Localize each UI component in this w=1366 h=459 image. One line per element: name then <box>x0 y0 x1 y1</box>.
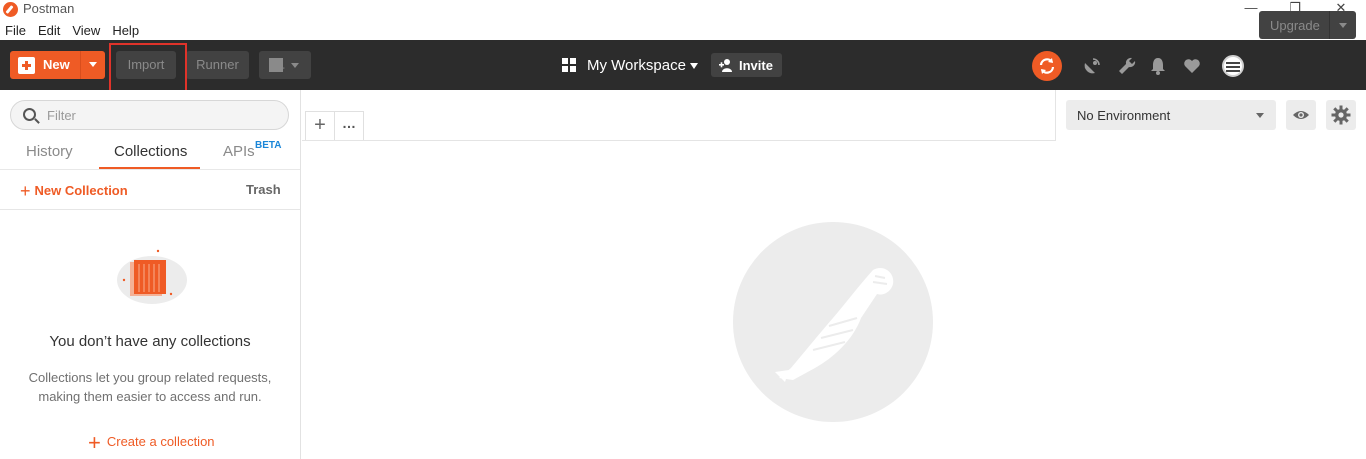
invite-button[interactable]: Invite <box>711 53 782 77</box>
environment-select-value: No Environment <box>1077 108 1171 123</box>
wrench-icon[interactable] <box>1117 56 1137 76</box>
chevron-down-icon <box>1256 113 1264 118</box>
tab-history[interactable]: History <box>26 143 73 160</box>
gear-icon <box>1331 105 1351 125</box>
add-person-icon <box>719 59 732 72</box>
divider <box>0 169 300 170</box>
new-window-icon <box>269 58 285 75</box>
empty-state-description-line1: Collections let you group related reques… <box>28 370 272 385</box>
upgrade-button-label: Upgrade <box>1270 18 1320 33</box>
menu-help[interactable]: Help <box>106 20 145 40</box>
title-bar: Postman — ❐ ✕ <box>0 0 1366 20</box>
search-icon <box>23 108 36 121</box>
chevron-down-icon[interactable] <box>89 62 97 67</box>
new-button[interactable]: New <box>10 51 105 79</box>
runner-button[interactable]: Runner <box>186 51 249 79</box>
empty-state-description-line2: making them easier to access and run. <box>38 389 262 404</box>
bell-icon[interactable] <box>1148 56 1168 76</box>
new-tab-button[interactable]: + <box>305 111 335 140</box>
postman-watermark-icon <box>733 222 933 422</box>
heart-icon[interactable] <box>1182 56 1202 76</box>
avatar[interactable] <box>1222 55 1244 77</box>
upgrade-button[interactable]: Upgrade <box>1259 11 1356 39</box>
new-window-button[interactable] <box>259 51 311 79</box>
menu-bar: File Edit View Help <box>0 20 1366 40</box>
postman-logo-icon <box>3 2 18 17</box>
sidebar: History Collections APIs BETA +New Colle… <box>0 90 301 459</box>
empty-collections-illustration-icon <box>117 249 187 304</box>
eye-icon <box>1293 111 1309 119</box>
chevron-down-icon <box>291 63 299 68</box>
tab-collections[interactable]: Collections <box>114 143 187 160</box>
filter-field[interactable] <box>10 100 289 130</box>
sync-icon[interactable] <box>1032 51 1062 81</box>
trash-button[interactable]: Trash <box>246 182 281 197</box>
manage-environments-button[interactable] <box>1326 100 1356 130</box>
invite-button-label: Invite <box>739 58 773 73</box>
workspace-grid-icon <box>562 58 576 72</box>
new-collection-label: New Collection <box>34 183 128 198</box>
empty-state-title: You don’t have any collections <box>49 333 251 350</box>
divider <box>1329 11 1330 39</box>
menu-view[interactable]: View <box>66 20 106 40</box>
chevron-down-icon <box>690 63 698 69</box>
empty-state-description: Collections let you group related reques… <box>0 368 300 406</box>
menu-file[interactable]: File <box>0 20 32 40</box>
divider <box>80 51 81 79</box>
chevron-down-icon[interactable] <box>1339 23 1347 28</box>
filter-input[interactable] <box>47 106 277 124</box>
sidebar-tabs: History Collections APIs BETA <box>0 138 300 170</box>
plus-icon <box>18 57 35 74</box>
satellite-icon[interactable] <box>1082 56 1102 76</box>
workspace-name: My Workspace <box>587 57 686 74</box>
new-button-label: New <box>43 57 70 72</box>
window-title: Postman <box>23 1 75 16</box>
new-collection-button[interactable]: + New Collection <box>20 181 128 202</box>
create-collection-link[interactable]: + Create a collection <box>88 430 215 456</box>
divider <box>0 209 300 210</box>
plus-icon: + <box>20 181 31 201</box>
menu-edit[interactable]: Edit <box>32 20 66 40</box>
tab-apis[interactable]: APIs <box>223 143 255 160</box>
create-collection-label: Create a collection <box>106 434 215 449</box>
more-tabs-button[interactable]: … <box>334 111 364 140</box>
beta-badge: BETA <box>255 140 282 151</box>
plus-icon: + <box>88 430 101 455</box>
environment-select[interactable]: No Environment <box>1066 100 1276 130</box>
environment-quick-look-button[interactable] <box>1286 100 1316 130</box>
